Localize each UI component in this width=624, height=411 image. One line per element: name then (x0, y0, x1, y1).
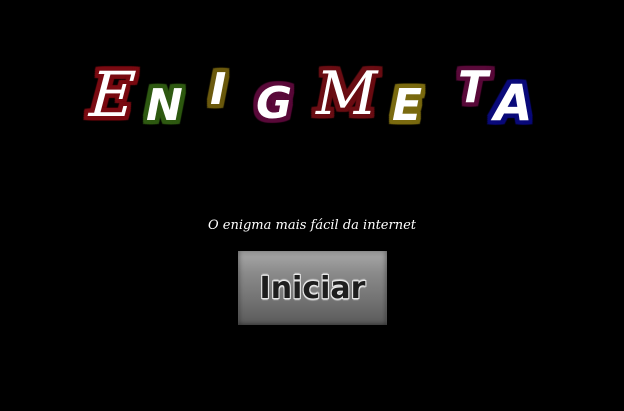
logo-letter-e: E (87, 58, 138, 131)
logo-letter-t: T (458, 62, 489, 113)
game-logo: E N I G M E T A (0, 0, 624, 160)
logo-letter-g: G (256, 78, 293, 129)
logo-letter-i: I (210, 64, 227, 115)
tagline: O enigma mais fácil da internet (207, 218, 417, 233)
logo-letter-n: N (146, 80, 183, 131)
logo-letter-e2: E (392, 80, 423, 131)
logo-letter-a: A (494, 74, 533, 132)
start-button[interactable]: Iniciar (238, 251, 387, 325)
logo-letter-m: M (316, 59, 378, 129)
